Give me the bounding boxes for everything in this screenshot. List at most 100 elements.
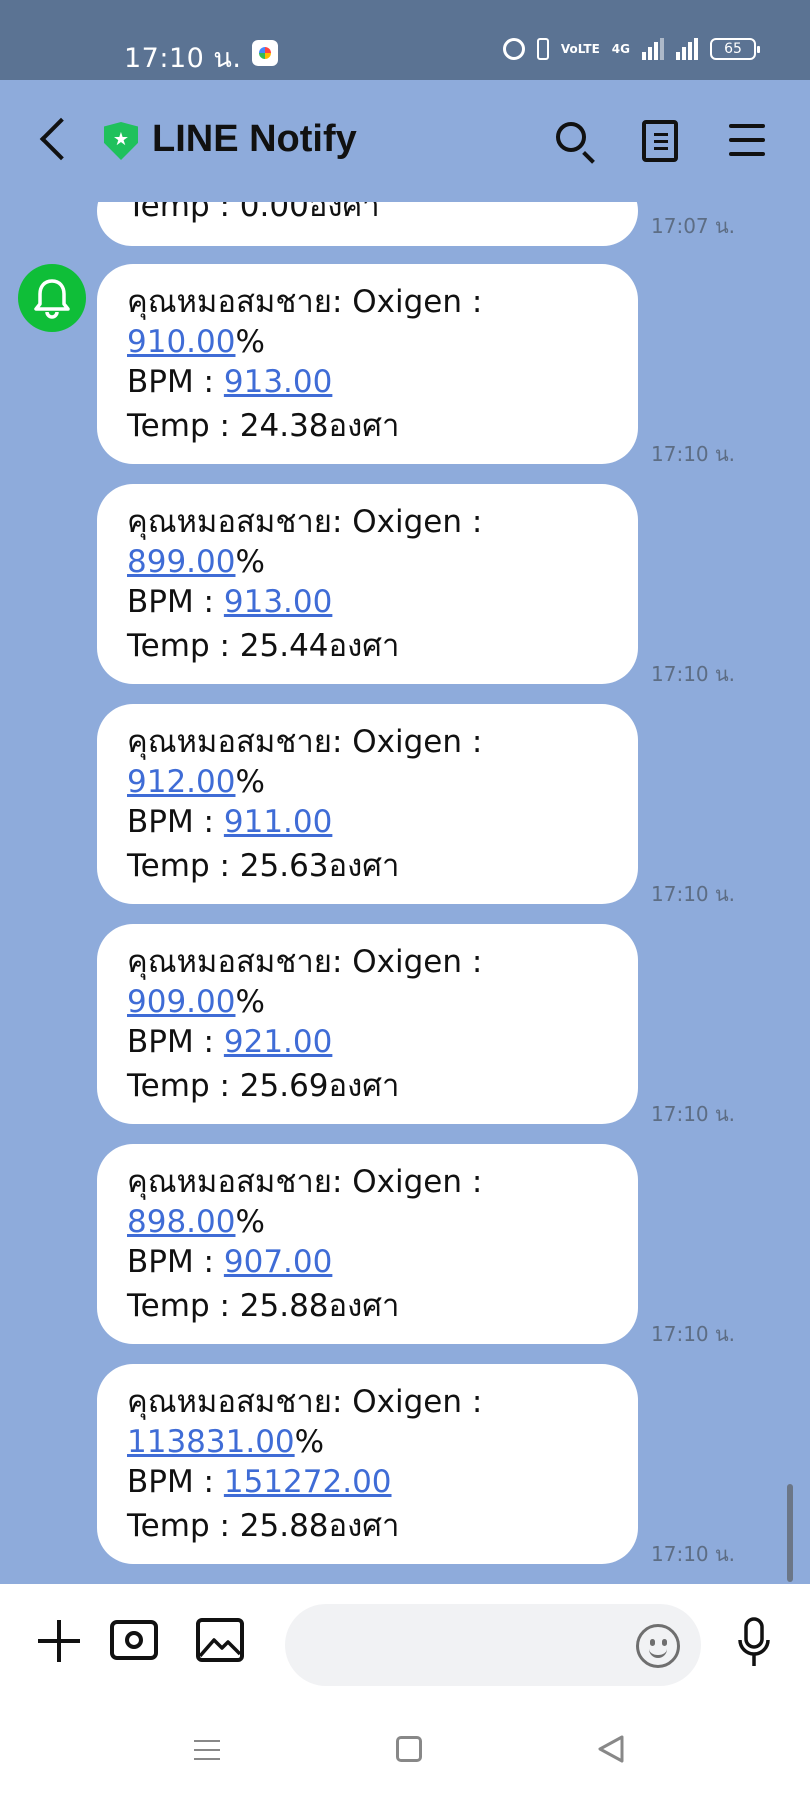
camera-icon[interactable] xyxy=(110,1620,158,1660)
oxygen-value-link[interactable]: 113831.00 xyxy=(127,1424,295,1460)
bpm-label: BPM : xyxy=(127,1464,224,1500)
temp-text: Temp : 25.69องศา xyxy=(127,1068,400,1104)
message-bubble[interactable]: คุณหมอสมชาย: Oxigen :909.00% BPM : 921.00… xyxy=(97,924,638,1124)
oxygen-value-link[interactable]: 909.00 xyxy=(127,984,235,1020)
oxygen-value-link[interactable]: 910.00 xyxy=(127,324,235,360)
notes-icon[interactable] xyxy=(642,120,678,162)
mic-icon[interactable] xyxy=(736,1616,772,1670)
message-line-bpm: BPM : 913.00 xyxy=(127,582,608,622)
oxygen-value-link[interactable]: 898.00 xyxy=(127,1204,235,1240)
image-icon[interactable] xyxy=(196,1618,244,1662)
message-bubble[interactable]: คุณหมอสมชาย: Oxigen :899.00% BPM : 913.00… xyxy=(97,484,638,684)
message-line-oxygen: 113831.00% xyxy=(127,1422,608,1462)
message-bubble[interactable]: คุณหมอสมชาย: Oxigen :898.00% BPM : 907.00… xyxy=(97,1144,638,1344)
message-prefix: คุณหมอสมชาย: Oxigen : xyxy=(127,944,483,980)
back-icon[interactable] xyxy=(39,117,83,161)
message-time: 17:10 น. xyxy=(651,882,736,906)
shield-star-icon: ★ xyxy=(104,122,138,160)
message-line-header: คุณหมอสมชาย: Oxigen : xyxy=(127,1162,608,1202)
bell-icon[interactable] xyxy=(18,264,86,332)
bpm-label: BPM : xyxy=(127,1244,224,1280)
vibrate-icon xyxy=(536,38,549,60)
message-time: 17:10 น. xyxy=(651,1542,736,1566)
message-line-oxygen: 912.00% xyxy=(127,762,608,802)
message-line-oxygen: 910.00% xyxy=(127,322,608,362)
message-line-bpm: BPM : 913.00 xyxy=(127,362,608,402)
plus-icon[interactable] xyxy=(38,1620,80,1662)
oxygen-unit: % xyxy=(235,544,265,580)
back-nav-icon[interactable] xyxy=(596,1734,626,1764)
system-nav-bar xyxy=(0,1698,810,1800)
message-bubble[interactable]: คุณหมอสมชาย: Oxigen :912.00% BPM : 911.00… xyxy=(97,704,638,904)
volte-label: VoLTE xyxy=(560,42,600,56)
oxygen-value-link[interactable]: 912.00 xyxy=(127,764,235,800)
battery-icon: 65 xyxy=(710,38,760,60)
bpm-label: BPM : xyxy=(127,584,224,620)
status-icons: VoLTE 4G 65 xyxy=(502,38,760,60)
message-time: 17:10 น. xyxy=(651,1322,736,1346)
message-line-header: คุณหมอสมชาย: Oxigen : xyxy=(127,282,608,322)
bpm-value-link[interactable]: 907.00 xyxy=(224,1244,332,1280)
signal-icon xyxy=(642,38,664,60)
message-line-header: คุณหมอสมชาย: Oxigen : xyxy=(127,942,608,982)
bpm-label: BPM : xyxy=(127,804,224,840)
bpm-value-link[interactable]: 151272.00 xyxy=(224,1464,392,1500)
temp-text: Temp : 25.63องศา xyxy=(127,848,400,884)
message-time: 17:07 น. xyxy=(651,214,736,238)
temp-text: Temp : 25.44องศา xyxy=(127,628,400,664)
message-line-temp: Temp : 25.88องศา xyxy=(127,1506,608,1546)
message-line-bpm: BPM : 907.00 xyxy=(127,1242,608,1282)
message-line-temp: Temp : 24.38องศา xyxy=(127,406,608,446)
status-time: 17:10 น. xyxy=(124,43,242,74)
status-bar: 17:10 น. VoLTE 4G 65 xyxy=(0,0,810,80)
message-prefix: คุณหมอสมชาย: Oxigen : xyxy=(127,1164,483,1200)
bpm-value-link[interactable]: 911.00 xyxy=(224,804,332,840)
chat-header: ★ LINE Notify xyxy=(0,80,810,202)
oxygen-unit: % xyxy=(235,984,265,1020)
message-line-temp: Temp : 25.44องศา xyxy=(127,626,608,666)
message-line-header: คุณหมอสมชาย: Oxigen : xyxy=(127,502,608,542)
chat-area[interactable]: Temp : 0.00องศา 17:07 น. คุณหมอสมชาย: Ox… xyxy=(0,202,810,1584)
oxygen-unit: % xyxy=(235,764,265,800)
partial-temp-text: Temp : 0.00องศา xyxy=(127,202,380,224)
signal-icon-2 xyxy=(676,38,698,60)
message-time: 17:10 น. xyxy=(651,662,736,686)
search-icon[interactable] xyxy=(556,122,586,152)
message-line-bpm: BPM : 911.00 xyxy=(127,802,608,842)
temp-text: Temp : 25.88องศา xyxy=(127,1288,400,1324)
message-bubble-partial[interactable]: Temp : 0.00องศา xyxy=(97,202,638,246)
bpm-label: BPM : xyxy=(127,1024,224,1060)
message-line-temp: Temp : 25.63องศา xyxy=(127,846,608,886)
message-line-header: คุณหมอสมชาย: Oxigen : xyxy=(127,1382,608,1422)
scrollbar[interactable] xyxy=(787,1484,793,1582)
temp-text: Temp : 25.88องศา xyxy=(127,1508,400,1544)
message-line-oxygen: 909.00% xyxy=(127,982,608,1022)
message-line-header: คุณหมอสมชาย: Oxigen : xyxy=(127,722,608,762)
temp-text: Temp : 24.38องศา xyxy=(127,408,400,444)
message-bubble[interactable]: คุณหมอสมชาย: Oxigen :910.00% BPM : 913.00… xyxy=(97,264,638,464)
alarm-icon xyxy=(502,38,525,60)
home-icon[interactable] xyxy=(396,1736,422,1762)
message-prefix: คุณหมอสมชาย: Oxigen : xyxy=(127,284,483,320)
message-time: 17:10 น. xyxy=(651,1102,736,1126)
menu-icon[interactable] xyxy=(729,124,765,156)
bpm-value-link[interactable]: 913.00 xyxy=(224,364,332,400)
message-line-oxygen: 899.00% xyxy=(127,542,608,582)
message-prefix: คุณหมอสมชาย: Oxigen : xyxy=(127,1384,483,1420)
message-line-temp: Temp : 25.88องศา xyxy=(127,1286,608,1326)
bpm-value-link[interactable]: 921.00 xyxy=(224,1024,332,1060)
oxygen-unit: % xyxy=(235,324,265,360)
oxygen-value-link[interactable]: 899.00 xyxy=(127,544,235,580)
oxygen-unit: % xyxy=(294,1424,325,1460)
message-bubble[interactable]: คุณหมอสมชาย: Oxigen :113831.00% BPM : 151… xyxy=(97,1364,638,1564)
network-type-label: 4G xyxy=(611,42,630,56)
emoji-icon[interactable] xyxy=(636,1624,680,1668)
oxygen-unit: % xyxy=(235,1204,265,1240)
chat-title[interactable]: LINE Notify xyxy=(152,118,357,161)
recent-apps-icon[interactable] xyxy=(194,1738,220,1762)
message-line-oxygen: 898.00% xyxy=(127,1202,608,1242)
message-prefix: คุณหมอสมชาย: Oxigen : xyxy=(127,504,483,540)
message-time: 17:10 น. xyxy=(651,442,736,466)
bpm-value-link[interactable]: 913.00 xyxy=(224,584,332,620)
message-prefix: คุณหมอสมชาย: Oxigen : xyxy=(127,724,483,760)
